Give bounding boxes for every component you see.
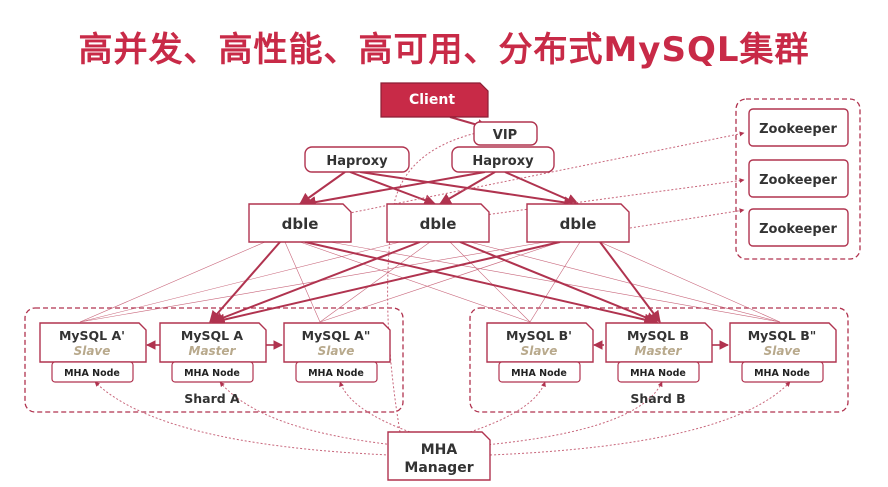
mha-node-label: MHA Node [511,368,567,379]
mysql-a-slave-1: MySQL A' Slave MHA Node [39,322,147,383]
dble-label-2: dble [420,215,457,233]
zookeeper-node-1: Zookeeper [748,108,849,147]
mha-node-label: MHA Node [308,368,364,379]
mysql-role: Master [189,344,237,358]
dble-to-mysql-thin-links [79,241,781,323]
haproxy-to-dble-links [299,171,580,209]
mysql-b-slave-1: MySQL B' Slave MHA Node [486,322,594,383]
mysql-role: Slave [318,344,355,358]
dble-node-2: dble [386,203,490,243]
vip-node: VIP [473,121,538,146]
dble-to-master-links [209,241,661,326]
zookeeper-label-2: Zookeeper [759,173,837,188]
mysql-a-slave-2: MySQL A" Slave MHA Node [283,322,391,383]
mysql-role: Slave [764,344,801,358]
shard-a-label: Shard A [184,391,240,406]
mysql-name: MySQL B [627,328,689,343]
dble-node-1: dble [248,203,352,243]
dble-label-3: dble [560,215,597,233]
zookeeper-label-3: Zookeeper [759,222,837,237]
mha-node-label: MHA Node [754,368,810,379]
mha-node-label: MHA Node [630,368,686,379]
mysql-b-master: MySQL B Master MHA Node [605,322,713,383]
mysql-name: MySQL A [181,328,244,343]
haproxy-label-1: Haproxy [326,154,388,169]
dble-node-3: dble [526,203,630,243]
mha-node-label: MHA Node [184,368,240,379]
mysql-a-master: MySQL A Master MHA Node [159,322,267,383]
zookeeper-node-2: Zookeeper [748,159,849,198]
mha-manager-node: MHA Manager [387,431,491,481]
mysql-b-slave-2: MySQL B" Slave MHA Node [729,322,837,383]
mha-manager-line-1: MHA [421,442,458,458]
mysql-role: Master [635,344,683,358]
vip-label: VIP [493,128,517,143]
haproxy-label-2: Haproxy [472,154,534,169]
shard-b-label: Shard B [630,391,685,406]
mysql-name: MySQL B' [506,328,572,343]
mysql-name: MySQL A" [302,328,371,343]
mysql-name: MySQL B" [748,328,817,343]
zookeeper-label-1: Zookeeper [759,122,837,137]
mha-node-label: MHA Node [64,368,120,379]
dble-label-1: dble [282,215,319,233]
zookeeper-node-3: Zookeeper [748,208,849,247]
client-node: Client [380,82,489,118]
haproxy-node-2: Haproxy [451,146,555,173]
mysql-name: MySQL A' [59,328,125,343]
client-label: Client [409,92,455,108]
architecture-diagram: Client VIP Haproxy Haproxy dble dble dbl… [24,82,861,481]
mysql-role: Slave [74,344,111,358]
haproxy-node-1: Haproxy [304,146,410,173]
mha-manager-line-2: Manager [404,460,473,476]
mysql-role: Slave [521,344,558,358]
